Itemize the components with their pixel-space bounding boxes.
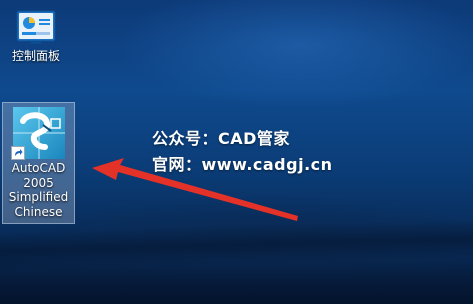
autocad-icon <box>10 107 65 160</box>
autocad-label-line: Chinese <box>14 204 63 219</box>
desktop[interactable]: 控制面板 AutoCAD 2005 Simplified Chinese 公众号… <box>0 0 473 304</box>
control-panel-label: 控制面板 <box>11 49 60 63</box>
watermark-wechat: 公众号：CAD管家 <box>152 129 290 148</box>
autocad-label-line: 2005 <box>23 175 54 190</box>
autocad-label: AutoCAD 2005 Simplified Chinese <box>3 161 75 219</box>
autocad-label-line: AutoCAD <box>11 161 66 175</box>
shortcut-arrow-icon <box>10 146 25 160</box>
control-panel-icon <box>16 10 56 46</box>
desktop-icon-control-panel[interactable]: 控制面板 <box>5 8 67 63</box>
desktop-icon-autocad-2005[interactable]: AutoCAD 2005 Simplified Chinese <box>2 102 75 224</box>
autocad-label-line: Simplified <box>8 190 69 204</box>
watermark-website: 官网：www.cadgj.cn <box>152 155 333 174</box>
